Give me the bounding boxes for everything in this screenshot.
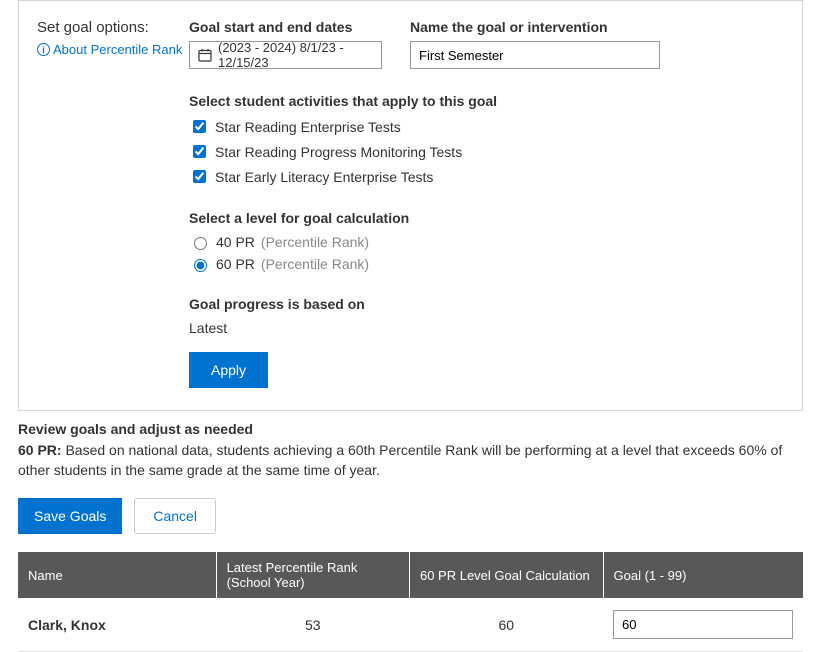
activity-row: Star Reading Progress Monitoring Tests	[189, 142, 784, 161]
activity-row: Star Early Literacy Enterprise Tests	[189, 167, 784, 186]
th-pr: Latest Percentile Rank (School Year)	[216, 552, 409, 598]
goal-value-input[interactable]	[613, 610, 793, 639]
name-field: Name the goal or intervention	[410, 19, 660, 69]
info-icon: i	[37, 43, 50, 56]
activities-label: Select student activities that apply to …	[189, 93, 784, 109]
level-section: Select a level for goal calculation 40 P…	[189, 210, 784, 272]
name-label: Name the goal or intervention	[410, 19, 660, 35]
level-row: 60 PR (Percentile Rank)	[189, 256, 784, 272]
dates-field: Goal start and end dates (2023 - 2024) 8…	[189, 19, 382, 69]
progress-section: Goal progress is based on Latest Apply	[189, 296, 784, 388]
set-goal-options-label: Set goal options:	[37, 19, 189, 36]
about-percentile-rank-link[interactable]: i About Percentile Rank	[37, 42, 189, 57]
goal-name-input[interactable]	[410, 41, 660, 69]
level-suffix-1: (Percentile Rank)	[261, 256, 369, 272]
cancel-button[interactable]: Cancel	[134, 498, 216, 534]
left-column: Set goal options: i About Percentile Ran…	[37, 19, 189, 57]
goal-options-panel: Set goal options: i About Percentile Ran…	[18, 0, 803, 411]
top-row: Set goal options: i About Percentile Ran…	[37, 19, 784, 388]
table-row: Clark, Knox 53 60	[18, 598, 803, 652]
level-radio-40[interactable]	[194, 237, 207, 250]
th-goal: Goal (1 - 99)	[603, 552, 803, 598]
cell-pr: 53	[216, 598, 409, 652]
dates-value: (2023 - 2024) 8/1/23 - 12/15/23	[218, 40, 373, 70]
review-block: Review goals and adjust as needed 60 PR:…	[18, 421, 803, 480]
table-header-row: Name Latest Percentile Rank (School Year…	[18, 552, 803, 598]
th-calc: 60 PR Level Goal Calculation	[409, 552, 603, 598]
dates-label: Goal start and end dates	[189, 19, 382, 35]
activity-label-0: Star Reading Enterprise Tests	[215, 119, 401, 135]
th-name: Name	[18, 552, 216, 598]
activities-section: Select student activities that apply to …	[189, 93, 784, 186]
activity-label-1: Star Reading Progress Monitoring Tests	[215, 144, 462, 160]
level-value-1: 60 PR	[216, 256, 255, 272]
activity-row: Star Reading Enterprise Tests	[189, 117, 784, 136]
student-name: Clark, Knox	[28, 617, 106, 633]
review-desc-bold: 60 PR:	[18, 442, 62, 458]
activity-checkbox-0[interactable]	[193, 120, 206, 133]
activity-checkbox-2[interactable]	[193, 170, 206, 183]
activity-checkbox-1[interactable]	[193, 145, 206, 158]
level-label: Select a level for goal calculation	[189, 210, 784, 226]
dates-picker[interactable]: (2023 - 2024) 8/1/23 - 12/15/23	[189, 41, 382, 69]
right-column: Goal start and end dates (2023 - 2024) 8…	[189, 19, 784, 388]
cell-calc: 60	[409, 598, 603, 652]
field-row: Goal start and end dates (2023 - 2024) 8…	[189, 19, 784, 69]
review-description: 60 PR: Based on national data, students …	[18, 441, 803, 480]
level-row: 40 PR (Percentile Rank)	[189, 234, 784, 250]
progress-value: Latest	[189, 320, 784, 336]
review-desc-rest: Based on national data, students achievi…	[18, 442, 782, 478]
activity-label-2: Star Early Literacy Enterprise Tests	[215, 169, 433, 185]
cell-goal	[603, 598, 803, 652]
level-value-0: 40 PR	[216, 234, 255, 250]
level-radio-60[interactable]	[194, 259, 207, 272]
level-suffix-0: (Percentile Rank)	[261, 234, 369, 250]
review-title: Review goals and adjust as needed	[18, 421, 803, 437]
save-goals-button[interactable]: Save Goals	[18, 498, 122, 534]
apply-button[interactable]: Apply	[189, 352, 268, 388]
about-link-text: About Percentile Rank	[53, 42, 182, 57]
calendar-icon	[198, 48, 212, 62]
cell-name: Clark, Knox	[18, 598, 216, 652]
progress-label: Goal progress is based on	[189, 296, 784, 312]
button-row: Save Goals Cancel	[18, 498, 803, 534]
goals-table: Name Latest Percentile Rank (School Year…	[18, 552, 803, 652]
